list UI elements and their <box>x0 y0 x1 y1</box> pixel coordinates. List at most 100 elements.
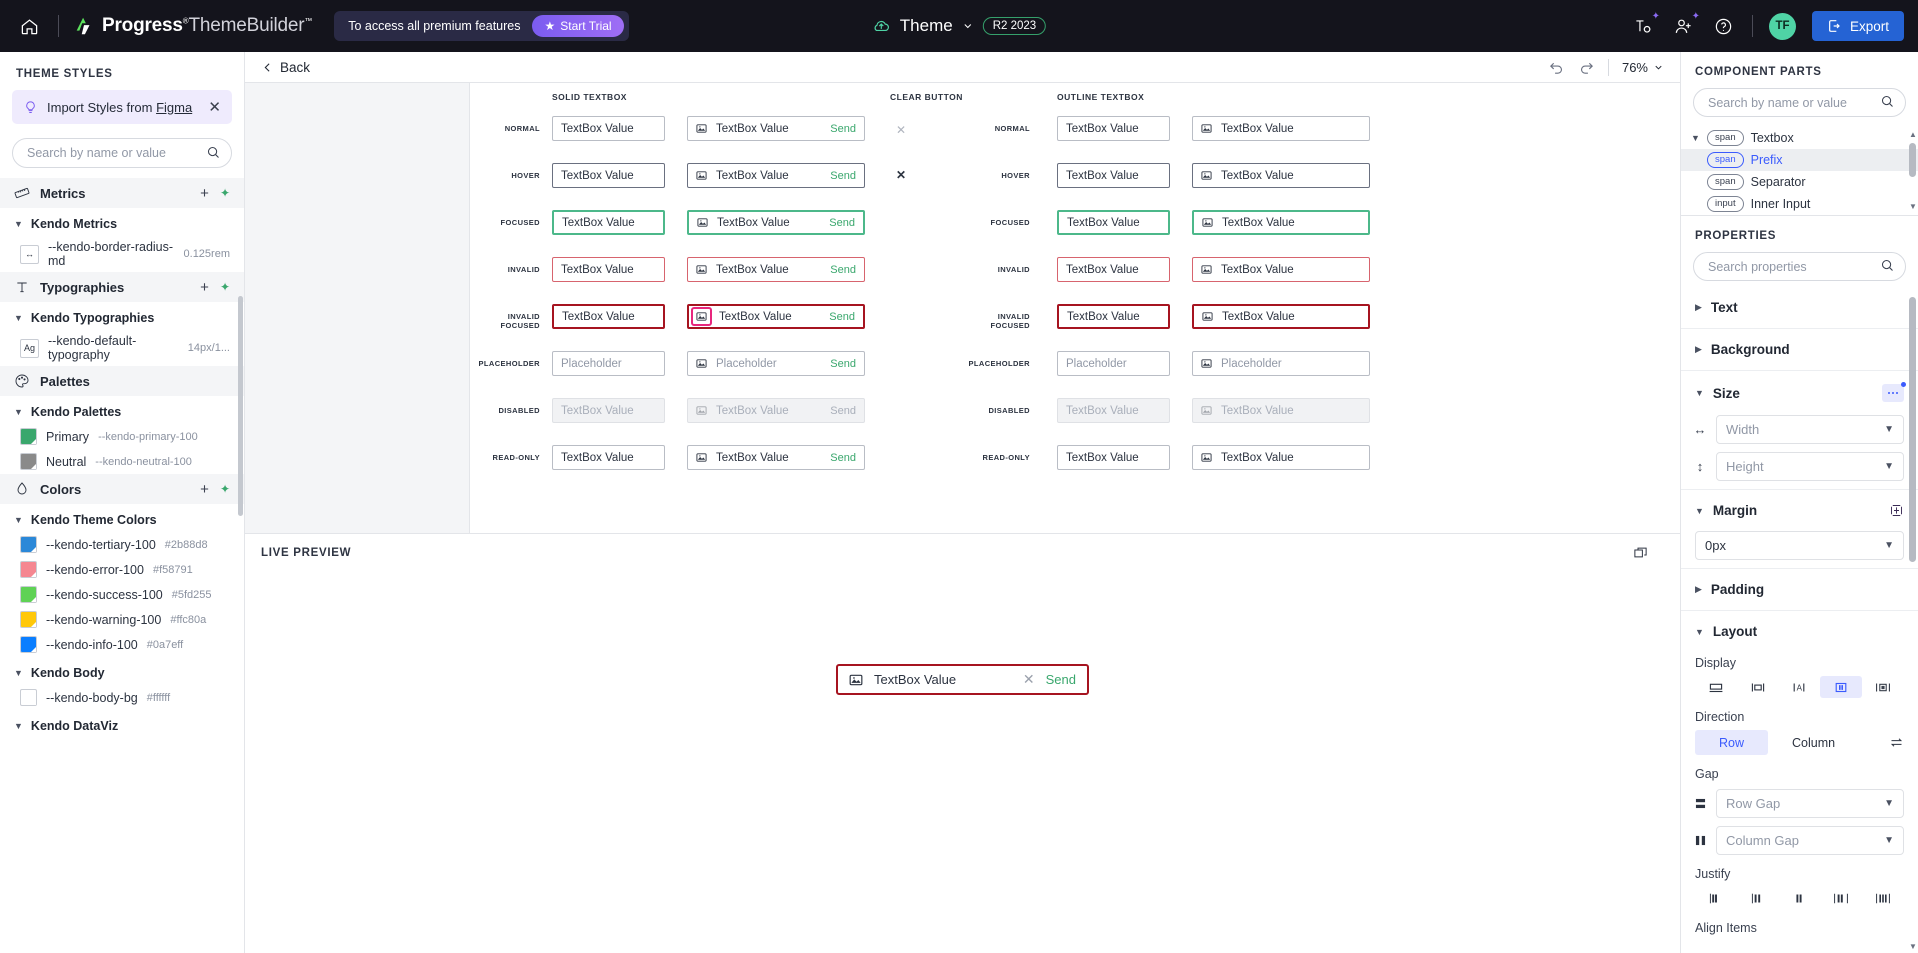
undo-icon[interactable] <box>1548 59 1565 76</box>
textbox-solid-readonly-with-send[interactable]: TextBox Value Send <box>687 445 865 470</box>
part-prefix[interactable]: span Prefix <box>1681 149 1918 171</box>
scroll-thumb[interactable] <box>1909 143 1916 177</box>
token-primary[interactable]: Primary --kendo-primary-100 <box>0 424 244 449</box>
part-inner-input[interactable]: input Inner Input <box>1681 193 1918 215</box>
group-kendo-dataviz[interactable]: ▼ Kendo DataViz <box>0 710 244 738</box>
height-select[interactable]: Height ▼ <box>1716 452 1904 481</box>
textbox-outline-focused-with-send[interactable]: TextBox Value <box>1192 210 1370 235</box>
invite-user-icon[interactable]: ✦ <box>1672 11 1700 38</box>
figma-link[interactable]: Figma <box>156 100 192 115</box>
add-color-button[interactable]: + <box>200 482 209 497</box>
scroll-down-icon[interactable]: ▼ <box>1909 203 1917 211</box>
token-tertiary-100[interactable]: --kendo-tertiary-100 #2b88d8 <box>0 532 244 557</box>
version-pill[interactable]: R2 2023 <box>982 17 1047 35</box>
redo-icon[interactable] <box>1578 59 1595 76</box>
justify-end-button[interactable] <box>1779 887 1821 909</box>
margin-box-icon[interactable] <box>1889 503 1904 518</box>
textbox-solid-normal-with-send[interactable]: TextBox Value Send <box>687 116 865 141</box>
direction-column-button[interactable]: Column <box>1768 730 1859 755</box>
textbox-outline-invalid-focused[interactable]: TextBox Value <box>1057 304 1170 329</box>
swap-icon[interactable] <box>1889 735 1904 750</box>
justify-space-around-button[interactable] <box>1862 887 1904 909</box>
home-icon[interactable] <box>14 11 44 41</box>
row-gap-select[interactable]: Row Gap ▼ <box>1716 789 1904 818</box>
prop-section-background[interactable]: ▶ Background <box>1681 333 1918 366</box>
textbox-solid-focused[interactable]: TextBox Value <box>552 210 665 235</box>
group-kendo-typographies[interactable]: ▼ Kendo Typographies <box>0 302 244 330</box>
textbox-solid-hover-with-send[interactable]: TextBox Value Send <box>687 163 865 188</box>
scroll-down-icon[interactable]: ▼ <box>1909 942 1917 951</box>
textbox-solid-readonly[interactable]: TextBox Value <box>552 445 665 470</box>
properties-scrollbar[interactable]: ▼ <box>1909 297 1917 951</box>
justify-space-between-button[interactable] <box>1820 887 1862 909</box>
send-button[interactable]: Send <box>830 452 856 464</box>
preview-send-button[interactable]: Send <box>1046 672 1076 687</box>
justify-start-button[interactable] <box>1695 887 1737 909</box>
display-block-button[interactable] <box>1695 676 1737 698</box>
prop-section-padding[interactable]: ▶ Padding <box>1681 573 1918 606</box>
group-kendo-metrics[interactable]: ▼ Kendo Metrics <box>0 208 244 236</box>
textbox-solid-normal[interactable]: TextBox Value <box>552 116 665 141</box>
add-metric-button[interactable]: + <box>200 186 209 201</box>
token-default-typography[interactable]: Ag --kendo-default-typography 14px/1... <box>0 330 244 366</box>
add-typography-button[interactable]: + <box>200 280 209 295</box>
preview-textbox[interactable]: TextBox Value ✕ Send <box>836 664 1089 695</box>
properties-search-input[interactable] <box>1693 252 1906 281</box>
textbox-outline-hover[interactable]: TextBox Value <box>1057 163 1170 188</box>
parts-search-input[interactable] <box>1693 88 1906 117</box>
section-palettes[interactable]: Palettes <box>0 366 244 396</box>
send-button[interactable]: Send <box>830 170 856 182</box>
favorite-icon[interactable]: ✦ <box>220 280 230 294</box>
textbox-solid-hover[interactable]: TextBox Value <box>552 163 665 188</box>
theme-selector[interactable]: Theme R2 2023 <box>872 16 1047 36</box>
textbox-solid-invalid-with-send[interactable]: TextBox Value Send <box>687 257 865 282</box>
start-trial-button[interactable]: ★ Start Trial <box>532 15 624 37</box>
textbox-outline-focused[interactable]: TextBox Value <box>1057 210 1170 235</box>
token-error-100[interactable]: --kendo-error-100 #f58791 <box>0 557 244 582</box>
section-colors[interactable]: Colors + ✦ <box>0 474 244 504</box>
export-button[interactable]: Export <box>1811 11 1904 41</box>
margin-select[interactable]: 0px ▼ <box>1695 531 1904 560</box>
token-body-bg[interactable]: --kendo-body-bg #ffffff <box>0 685 244 710</box>
textbox-solid-placeholder[interactable]: Placeholder <box>552 351 665 376</box>
token-border-radius-md[interactable]: ↔ --kendo-border-radius-md 0.125rem <box>0 236 244 272</box>
scroll-thumb[interactable] <box>1909 297 1916 562</box>
help-circle-icon[interactable] <box>1712 14 1736 38</box>
prop-section-layout[interactable]: ▼ Layout <box>1681 615 1918 648</box>
typography-settings-icon[interactable]: ✦ <box>1632 11 1660 38</box>
display-inline-flex-button[interactable] <box>1862 676 1904 698</box>
textbox-outline-normal[interactable]: TextBox Value <box>1057 116 1170 141</box>
favorite-icon[interactable]: ✦ <box>220 186 230 200</box>
token-neutral[interactable]: Neutral --kendo-neutral-100 <box>0 449 244 474</box>
prop-section-margin[interactable]: ▼ Margin <box>1681 494 1918 527</box>
clear-button-normal[interactable]: ✕ <box>896 123 906 137</box>
clear-button-hover[interactable]: ✕ <box>896 168 906 182</box>
group-kendo-theme-colors[interactable]: ▼ Kendo Theme Colors <box>0 504 244 532</box>
textbox-solid-invalid-focused-with-send[interactable]: TextBox Value Send <box>687 304 865 329</box>
token-warning-100[interactable]: --kendo-warning-100 #ffc80a <box>0 607 244 632</box>
textbox-outline-normal-with-send[interactable]: TextBox Value <box>1192 116 1370 141</box>
group-kendo-body[interactable]: ▼ Kendo Body <box>0 657 244 685</box>
part-textbox[interactable]: ▼ span Textbox <box>1681 127 1918 149</box>
textbox-outline-invalid[interactable]: TextBox Value <box>1057 257 1170 282</box>
direction-row-button[interactable]: Row <box>1695 730 1769 755</box>
textbox-outline-hover-with-send[interactable]: TextBox Value <box>1192 163 1370 188</box>
section-metrics[interactable]: Metrics + ✦ <box>0 178 244 208</box>
textbox-outline-readonly-with-send[interactable]: TextBox Value <box>1192 445 1370 470</box>
send-button[interactable]: Send <box>830 123 856 135</box>
send-button[interactable]: Send <box>829 311 855 323</box>
avatar[interactable]: TF <box>1768 12 1796 40</box>
close-icon[interactable]: ✕ <box>208 100 221 115</box>
width-select[interactable]: Width ▼ <box>1716 415 1904 444</box>
textbox-solid-invalid-focused[interactable]: TextBox Value <box>552 304 665 329</box>
image-icon[interactable] <box>691 307 712 326</box>
textbox-outline-placeholder-with-send[interactable]: Placeholder <box>1192 351 1370 376</box>
textbox-outline-invalid-with-send[interactable]: TextBox Value <box>1192 257 1370 282</box>
prop-section-text[interactable]: ▶ Text <box>1681 291 1918 324</box>
scroll-up-icon[interactable]: ▲ <box>1909 131 1917 139</box>
section-typographies[interactable]: Typographies + ✦ <box>0 272 244 302</box>
send-button[interactable]: Send <box>830 264 856 276</box>
favorite-icon[interactable]: ✦ <box>220 482 230 496</box>
part-separator[interactable]: span Separator <box>1681 171 1918 193</box>
textbox-outline-invalid-focused-with-send[interactable]: TextBox Value <box>1192 304 1370 329</box>
